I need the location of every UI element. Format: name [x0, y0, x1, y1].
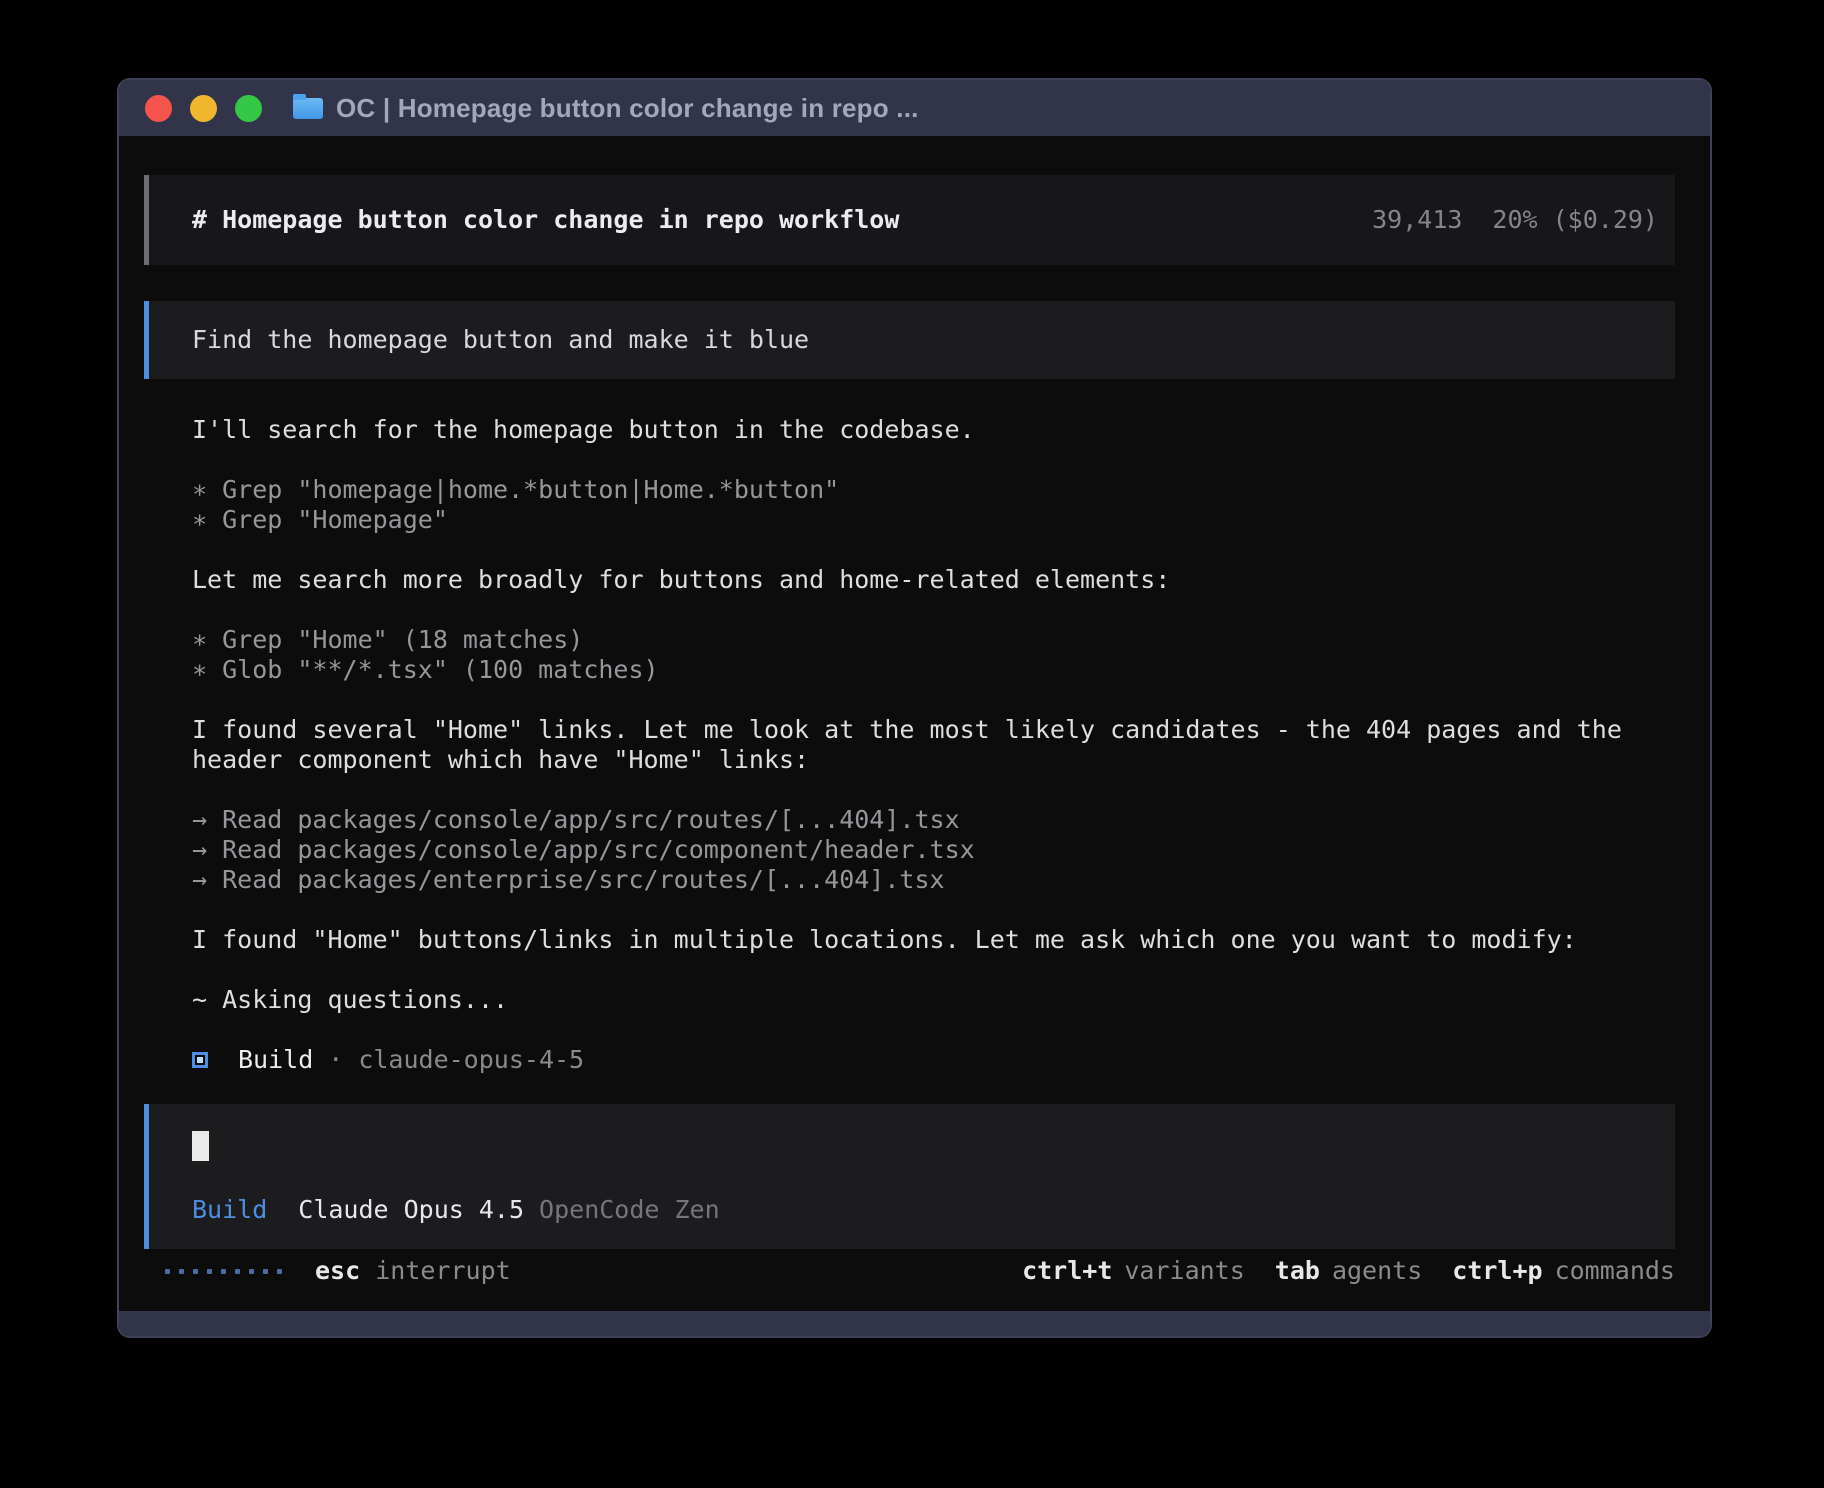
- tool-call-grep: ∗ Grep "Home" (18 matches): [192, 625, 1675, 655]
- assistant-paragraph: I found "Home" buttons/links in multiple…: [192, 925, 1675, 955]
- text-cursor: [192, 1131, 209, 1161]
- agent-square-icon: [192, 1052, 208, 1068]
- window-title: OC | Homepage button color change in rep…: [336, 93, 919, 124]
- shortcut-key: tab: [1275, 1256, 1320, 1285]
- tool-call-read: → Read packages/console/app/src/componen…: [192, 835, 1675, 865]
- assistant-paragraph: Let me search more broadly for buttons a…: [192, 565, 1675, 595]
- assistant-paragraph: I'll search for the homepage button in t…: [192, 415, 1675, 445]
- tool-call-group: → Read packages/console/app/src/routes/[…: [192, 805, 1675, 895]
- shortcut-key: esc: [315, 1256, 360, 1285]
- zoom-button[interactable]: [235, 95, 262, 122]
- working-spinner-dots: [165, 1269, 282, 1274]
- shortcut-label: commands: [1555, 1256, 1675, 1285]
- assistant-transcript: I'll search for the homepage button in t…: [144, 415, 1675, 1075]
- shortcut-key: ctrl+p: [1452, 1256, 1542, 1285]
- agent-name: Build: [238, 1045, 313, 1075]
- shortcut-agents: tab agents: [1275, 1256, 1422, 1286]
- assistant-paragraph: I found several "Home" links. Let me loo…: [192, 715, 1675, 775]
- tool-call-grep: ∗ Grep "homepage|home.*button|Home.*butt…: [192, 475, 1675, 505]
- active-model-label: Claude Opus 4.5: [298, 1195, 524, 1225]
- dot-separator: ·: [328, 1045, 343, 1075]
- shortcut-commands: ctrl+p commands: [1452, 1256, 1675, 1286]
- shortcut-label: interrupt: [375, 1256, 510, 1285]
- tool-call-glob: ∗ Glob "**/*.tsx" (100 matches): [192, 655, 1675, 685]
- terminal-content: # Homepage button color change in repo w…: [119, 136, 1710, 1311]
- minimize-button[interactable]: [190, 95, 217, 122]
- terminal-window: OC | Homepage button color change in rep…: [117, 78, 1712, 1338]
- window-titlebar[interactable]: OC | Homepage button color change in rep…: [119, 80, 1710, 136]
- tool-call-group: ∗ Grep "homepage|home.*button|Home.*butt…: [192, 475, 1675, 535]
- status-footer: esc interrupt ctrl+t variants tab agents c…: [144, 1256, 1675, 1286]
- window-controls: [145, 95, 262, 122]
- shortcut-label: agents: [1332, 1256, 1422, 1285]
- shortcut-label: variants: [1124, 1256, 1244, 1285]
- prompt-status-line: Build Claude Opus 4.5 OpenCode Zen: [192, 1195, 1655, 1225]
- tool-call-group: ∗ Grep "Home" (18 matches) ∗ Glob "**/*.…: [192, 625, 1675, 685]
- user-message-text: Find the homepage button and make it blu…: [192, 325, 809, 355]
- provider-label: OpenCode Zen: [539, 1195, 720, 1225]
- tool-call-grep: ∗ Grep "Homepage": [192, 505, 1675, 535]
- agent-task-status: Build · claude-opus-4-5: [192, 1045, 1675, 1075]
- close-button[interactable]: [145, 95, 172, 122]
- user-message: Find the homepage button and make it blu…: [144, 301, 1675, 379]
- tool-call-read: → Read packages/console/app/src/routes/[…: [192, 805, 1675, 835]
- agent-model: claude-opus-4-5: [358, 1045, 584, 1075]
- window-bottom-chrome: [119, 1311, 1710, 1336]
- session-title: # Homepage button color change in repo w…: [192, 205, 899, 235]
- token-count: 39,413: [1372, 205, 1462, 235]
- shortcut-hints: ctrl+t variants tab agents ctrl+p commands: [1022, 1256, 1675, 1286]
- tool-call-read: → Read packages/enterprise/src/routes/[.…: [192, 865, 1675, 895]
- desktop-background: OC | Homepage button color change in rep…: [0, 0, 1824, 1488]
- shortcut-variants: ctrl+t variants: [1022, 1256, 1245, 1286]
- prompt-input[interactable]: Build Claude Opus 4.5 OpenCode Zen: [144, 1104, 1675, 1249]
- active-agent-label[interactable]: Build: [192, 1195, 267, 1225]
- asking-questions-status: ~ Asking questions...: [192, 985, 1675, 1015]
- shortcut-interrupt: esc interrupt: [315, 1256, 511, 1286]
- session-stats: 39,413 20% ($0.29): [1372, 205, 1658, 235]
- shortcut-key: ctrl+t: [1022, 1256, 1112, 1285]
- context-usage-cost: 20% ($0.29): [1492, 205, 1658, 235]
- folder-icon: [293, 98, 323, 119]
- session-header: # Homepage button color change in repo w…: [144, 175, 1675, 265]
